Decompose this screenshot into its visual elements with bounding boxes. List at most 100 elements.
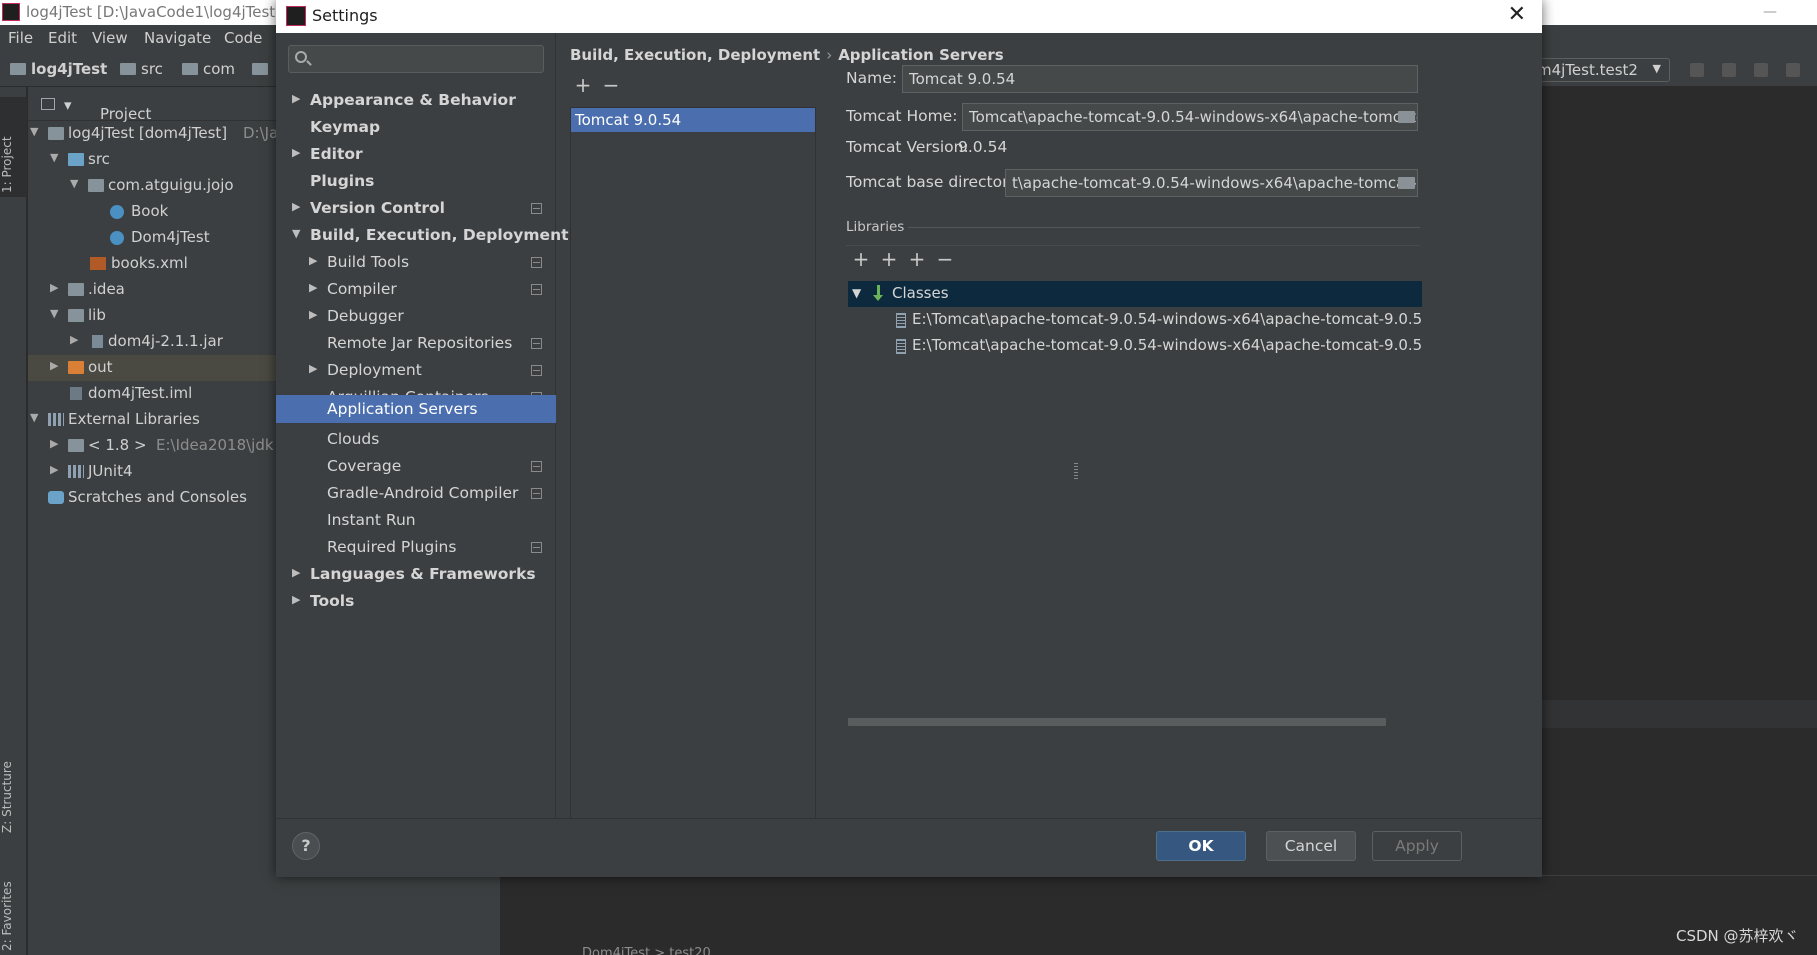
ok-button[interactable]: OK — [1156, 831, 1246, 861]
close-icon[interactable]: ✕ — [1508, 2, 1526, 27]
chevron-right-icon[interactable]: ▶ — [50, 463, 58, 476]
nav-crumb-project[interactable]: log4jTest — [10, 60, 107, 78]
tree-row-external-libraries[interactable]: ▼ External Libraries — [28, 407, 276, 433]
chevron-right-icon[interactable]: ▶ — [309, 281, 317, 294]
chevron-right-icon[interactable]: ▶ — [309, 308, 317, 321]
remove-server-button[interactable]: − — [600, 75, 622, 97]
tomcat-version-value: 9.0.54 — [958, 138, 1008, 156]
settings-dialog: Settings ✕ ▶ Appearance & Behavior Keyma… — [276, 0, 1542, 877]
chevron-right-icon[interactable]: ▶ — [70, 333, 78, 346]
tree-row-scratches[interactable]: Scratches and Consoles — [28, 485, 276, 511]
tomcat-base-dir-field[interactable]: t\apache-tomcat-9.0.54-windows-x64\apach… — [1005, 169, 1418, 197]
nav-crumb-a[interactable] — [252, 60, 273, 78]
menu-view[interactable]: View — [92, 29, 128, 47]
settings-search-input[interactable] — [319, 48, 539, 70]
tree-row-dom4j-jar[interactable]: ▶ dom4j-2.1.1.jar — [28, 329, 276, 355]
dialog-footer: ? OK Cancel Apply — [276, 818, 1542, 877]
editor-breadcrumb: Dom4jTest > test20 — [582, 946, 711, 955]
chevron-right-icon[interactable]: ▶ — [50, 359, 58, 372]
server-list-panel: + − Tomcat 9.0.54 — [570, 69, 816, 835]
chevron-down-icon[interactable]: ▼ — [50, 307, 58, 320]
menu-code[interactable]: Code — [224, 29, 262, 47]
project-view-select[interactable]: Project ▾ — [64, 96, 151, 123]
tab-structure[interactable]: Z: Structure — [0, 737, 27, 837]
name-field[interactable]: Tomcat 9.0.54 — [902, 65, 1418, 93]
add-library-button[interactable]: + — [850, 249, 872, 271]
excluded-folder-icon — [68, 361, 84, 374]
tab-favorites[interactable]: 2: Favorites — [0, 857, 27, 955]
chevron-down-icon[interactable]: ▼ — [852, 286, 861, 300]
apply-button[interactable]: Apply — [1372, 831, 1462, 861]
chevron-right-icon[interactable]: ▶ — [50, 437, 58, 450]
tree-row-src[interactable]: ▼ src — [28, 147, 276, 173]
remove-library-button[interactable]: − — [934, 249, 956, 271]
chevron-right-icon[interactable]: ▶ — [292, 566, 300, 579]
debug-icon[interactable] — [1722, 63, 1736, 77]
library-path-row[interactable]: E:\Tomcat\apache-tomcat-9.0.54-windows-x… — [848, 307, 1422, 333]
folder-icon — [68, 309, 84, 322]
tree-row-module[interactable]: ▼ log4jTest [dom4jTest] D:\Ja — [28, 121, 278, 147]
minimize-icon[interactable]: — — [1763, 4, 1777, 20]
tree-row-idea[interactable]: ▶ .idea — [28, 277, 276, 303]
chevron-down-icon[interactable]: ▼ — [30, 125, 38, 138]
tree-row-iml[interactable]: dom4jTest.iml — [28, 381, 276, 407]
library-path-row[interactable]: E:\Tomcat\apache-tomcat-9.0.54-windows-x… — [848, 333, 1422, 359]
tree-row-package[interactable]: ▼ com.atguigu.jojo — [28, 173, 276, 199]
project-scope-icon — [531, 365, 542, 376]
module-folder-icon — [10, 63, 26, 75]
dialog-title: Settings — [312, 6, 378, 25]
browse-folder-icon[interactable] — [1398, 177, 1415, 189]
chevron-right-icon[interactable]: ▶ — [292, 92, 300, 105]
help-button[interactable]: ? — [292, 832, 320, 860]
server-item-tomcat[interactable]: Tomcat 9.0.54 — [571, 108, 815, 132]
cancel-button[interactable]: Cancel — [1266, 831, 1356, 861]
settings-content: Build, Execution, Deployment › Application… — [556, 33, 1542, 835]
editor-area[interactable] — [1532, 87, 1817, 955]
tree-row-books-xml[interactable]: books.xml — [28, 251, 276, 277]
chevron-right-icon[interactable]: ▶ — [50, 281, 58, 294]
tree-row-junit4[interactable]: ▶ JUnit4 — [28, 459, 276, 485]
nav-crumb-src[interactable]: src — [120, 60, 163, 78]
menu-navigate[interactable]: Navigate — [144, 29, 211, 47]
xml-file-icon — [90, 257, 106, 270]
settings-search-box[interactable] — [288, 45, 544, 73]
browse-folder-icon[interactable] — [1398, 111, 1415, 123]
add-server-button[interactable]: + — [572, 75, 594, 97]
chevron-down-icon[interactable]: ▼ — [50, 151, 58, 164]
add-classes-button[interactable]: + — [906, 249, 928, 271]
menu-file[interactable]: File — [8, 29, 33, 47]
tree-row-jdk[interactable]: ▶ < 1.8 > E:\Idea2018\jdk — [28, 433, 276, 459]
nav-crumb-com[interactable]: com — [182, 60, 235, 78]
tree-row-book[interactable]: Book — [28, 199, 276, 225]
chevron-down-icon[interactable]: ▼ — [30, 411, 38, 424]
chevron-right-icon[interactable]: ▶ — [309, 254, 317, 267]
classes-row[interactable]: ▼ Classes — [848, 281, 1422, 307]
chevron-right-icon[interactable]: ▶ — [292, 593, 300, 606]
chevron-down-icon[interactable]: ▼ — [292, 227, 300, 240]
chevron-right-icon[interactable]: ▶ — [292, 200, 300, 213]
left-tool-stripe: 1: Project Z: Structure 2: Favorites — [0, 87, 27, 955]
run-icon[interactable] — [1690, 63, 1704, 77]
chevron-right-icon[interactable]: ▶ — [309, 362, 317, 375]
tree-row-dom4jtest[interactable]: Dom4jTest — [28, 225, 276, 251]
tree-row-out[interactable]: ▶ out — [28, 355, 276, 381]
profile-icon[interactable] — [1786, 63, 1800, 77]
menu-edit[interactable]: Edit — [48, 29, 77, 47]
nav-tools[interactable]: ▶ Tools — [276, 586, 556, 617]
tab-project[interactable]: 1: Project — [0, 97, 27, 197]
jdk-icon — [68, 439, 84, 452]
project-panel-header: Project ▾ — [28, 87, 276, 123]
coverage-icon[interactable] — [1754, 63, 1768, 77]
run-configuration-select[interactable]: m4jTest.test2 ▼ — [1530, 58, 1670, 82]
chevron-down-icon[interactable]: ▼ — [70, 177, 78, 190]
breadcrumb: Build, Execution, Deployment › Application… — [570, 46, 1004, 64]
horizontal-scrollbar[interactable] — [848, 718, 1386, 726]
nav-application-servers[interactable]: Application Servers — [276, 395, 556, 423]
breadcrumb-current: Application Servers — [838, 46, 1004, 64]
chevron-right-icon[interactable]: ▶ — [292, 146, 300, 159]
add-jar-button[interactable]: + — [878, 249, 900, 271]
tomcat-home-field[interactable]: Tomcat\apache-tomcat-9.0.54-windows-x64\… — [962, 103, 1418, 131]
tree-row-lib[interactable]: ▼ lib — [28, 303, 276, 329]
folder-icon — [120, 63, 136, 75]
server-config-panel: Name: Tomcat 9.0.54 Tomcat Home: Tomcat\… — [846, 65, 1526, 809]
